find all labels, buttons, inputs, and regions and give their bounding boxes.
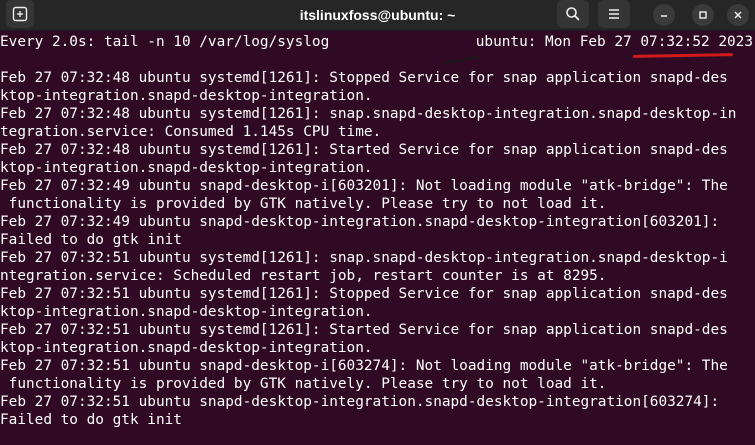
log-line: Feb 27 07:32:48 ubuntu systemd[1261]: sn… — [0, 106, 737, 122]
maximize-icon — [699, 11, 707, 19]
menu-button[interactable] — [598, 0, 630, 28]
log-line: ntegration.service: Scheduled restart jo… — [0, 268, 607, 284]
log-line: Feb 27 07:32:51 ubuntu systemd[1261]: St… — [0, 286, 728, 302]
log-line: Feb 27 07:32:51 ubuntu systemd[1261]: sn… — [0, 250, 728, 266]
hamburger-menu-icon — [609, 9, 619, 19]
log-line: Feb 27 07:32:48 ubuntu systemd[1261]: St… — [0, 70, 728, 86]
minimize-icon — [661, 15, 667, 17]
new-tab-button[interactable] — [6, 0, 34, 28]
log-line: Failed to do gtk init — [0, 232, 182, 248]
title-bar: itslinuxfoss@ubuntu: ~ — [0, 0, 755, 31]
close-button[interactable] — [727, 4, 749, 26]
log-line: ktop-integration.snapd-desktop-integrati… — [0, 88, 373, 104]
log-line: Feb 27 07:32:51 ubuntu snapd-desktop-int… — [0, 394, 720, 410]
log-line: functionality is provided by GTK nativel… — [0, 376, 607, 392]
log-line: ktop-integration.snapd-desktop-integrati… — [0, 160, 373, 176]
window-title: itslinuxfoss@ubuntu: ~ — [299, 7, 456, 23]
close-icon — [734, 11, 742, 19]
log-line: Feb 27 07:32:49 ubuntu snapd-desktop-i[6… — [0, 178, 728, 194]
watch-header-host-time: ubuntu: Mon Feb 27 07:32:52 2023 — [475, 34, 753, 50]
maximize-button[interactable] — [692, 4, 714, 26]
log-line: functionality is provided by GTK nativel… — [0, 196, 607, 212]
new-tab-icon — [12, 6, 28, 22]
log-line: Failed to do gtk init — [0, 412, 182, 428]
log-line: Feb 27 07:32:51 ubuntu systemd[1261]: St… — [0, 322, 728, 338]
log-line: Feb 27 07:32:51 ubuntu snapd-desktop-i[6… — [0, 358, 728, 374]
log-line: ktop-integration.snapd-desktop-integrati… — [0, 304, 373, 320]
log-line: Feb 27 07:32:49 ubuntu snapd-desktop-int… — [0, 214, 720, 230]
minimize-button[interactable] — [653, 4, 675, 26]
log-line: Feb 27 07:32:48 ubuntu systemd[1261]: St… — [0, 142, 728, 158]
watch-header-command: Every 2.0s: tail -n 10 /var/log/syslog — [0, 34, 330, 50]
log-line: ktop-integration.snapd-desktop-integrati… — [0, 340, 373, 356]
terminal-output[interactable]: Every 2.0s: tail -n 10 /var/log/syslog u… — [0, 31, 755, 445]
search-button[interactable] — [557, 0, 589, 28]
search-icon — [566, 7, 580, 21]
log-line: tegration.service: Consumed 1.145s CPU t… — [0, 124, 382, 140]
